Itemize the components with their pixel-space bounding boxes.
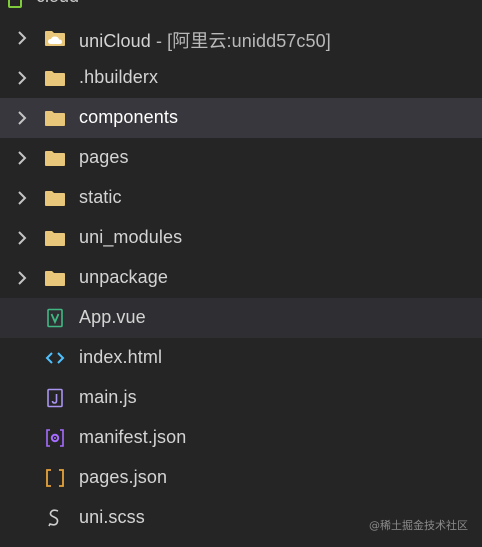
chevron-right-icon[interactable] — [14, 190, 30, 206]
project-icon — [8, 0, 22, 8]
chevron-right-icon[interactable] — [14, 110, 30, 126]
folder-icon — [45, 71, 65, 86]
chevron-right-icon[interactable] — [14, 30, 30, 46]
tree-item-label: unpackage — [79, 267, 168, 287]
watermark: @稀土掘金技术社区 — [369, 519, 468, 532]
folder-icon — [45, 111, 65, 126]
chevron-right-icon[interactable] — [14, 70, 30, 86]
vue-file-icon — [47, 308, 63, 328]
tree-item-label: pages.json — [79, 467, 168, 487]
tree-item-label: .hbuilderx — [79, 67, 159, 87]
tree-item-label: uni_modules — [79, 227, 183, 247]
project-explorer: cloud uniCloud - [阿里云:unidd57c50] .hbuil… — [0, 0, 482, 547]
tree-item-label: index.html — [79, 347, 163, 367]
folder-icon — [45, 271, 65, 286]
tree-item-main-js[interactable]: main.js — [0, 378, 482, 418]
tree-item-label: uniCloud — [79, 31, 151, 51]
folder-icon — [45, 151, 65, 166]
js-file-icon — [47, 388, 63, 408]
chevron-right-icon[interactable] — [14, 150, 30, 166]
project-root-row[interactable]: cloud — [0, 0, 482, 20]
scss-file-icon — [48, 509, 59, 527]
tree-item-unicloud[interactable]: uniCloud - [阿里云:unidd57c50] — [0, 18, 482, 58]
tree-item-hbuilderx[interactable]: .hbuilderx — [0, 58, 482, 98]
tree-item-app-vue[interactable]: App.vue — [0, 298, 482, 338]
tree-item-label: components — [79, 107, 179, 127]
tree-item-unpackage[interactable]: unpackage — [0, 258, 482, 298]
tree-item-label: static — [79, 187, 122, 207]
tree-item-label: main.js — [79, 387, 137, 407]
tree-item-pages[interactable]: pages — [0, 138, 482, 178]
tree-item-static[interactable]: static — [0, 178, 482, 218]
html-file-icon — [45, 352, 65, 364]
json-file-icon — [46, 469, 64, 487]
cloud-folder-icon — [45, 31, 65, 46]
project-root-label: cloud — [36, 0, 79, 7]
tree-item-pages-json[interactable]: pages.json — [0, 458, 482, 498]
tree-item-components[interactable]: components — [0, 98, 482, 138]
tree-item-index-html[interactable]: index.html — [0, 338, 482, 378]
tree-item-uni-modules[interactable]: uni_modules — [0, 218, 482, 258]
tree-item-manifest-json[interactable]: manifest.json — [0, 418, 482, 458]
tree-item-label: manifest.json — [79, 427, 187, 447]
chevron-right-icon[interactable] — [14, 270, 30, 286]
cloud-provider-label: - [阿里云:unidd57c50] — [150, 31, 331, 51]
folder-icon — [45, 191, 65, 206]
tree-item-label: uni.scss — [79, 507, 145, 527]
folder-icon — [45, 231, 65, 246]
tree-item-label: pages — [79, 147, 129, 167]
tree-item-label: App.vue — [79, 307, 146, 327]
chevron-right-icon[interactable] — [14, 230, 30, 246]
manifest-file-icon — [46, 429, 64, 447]
